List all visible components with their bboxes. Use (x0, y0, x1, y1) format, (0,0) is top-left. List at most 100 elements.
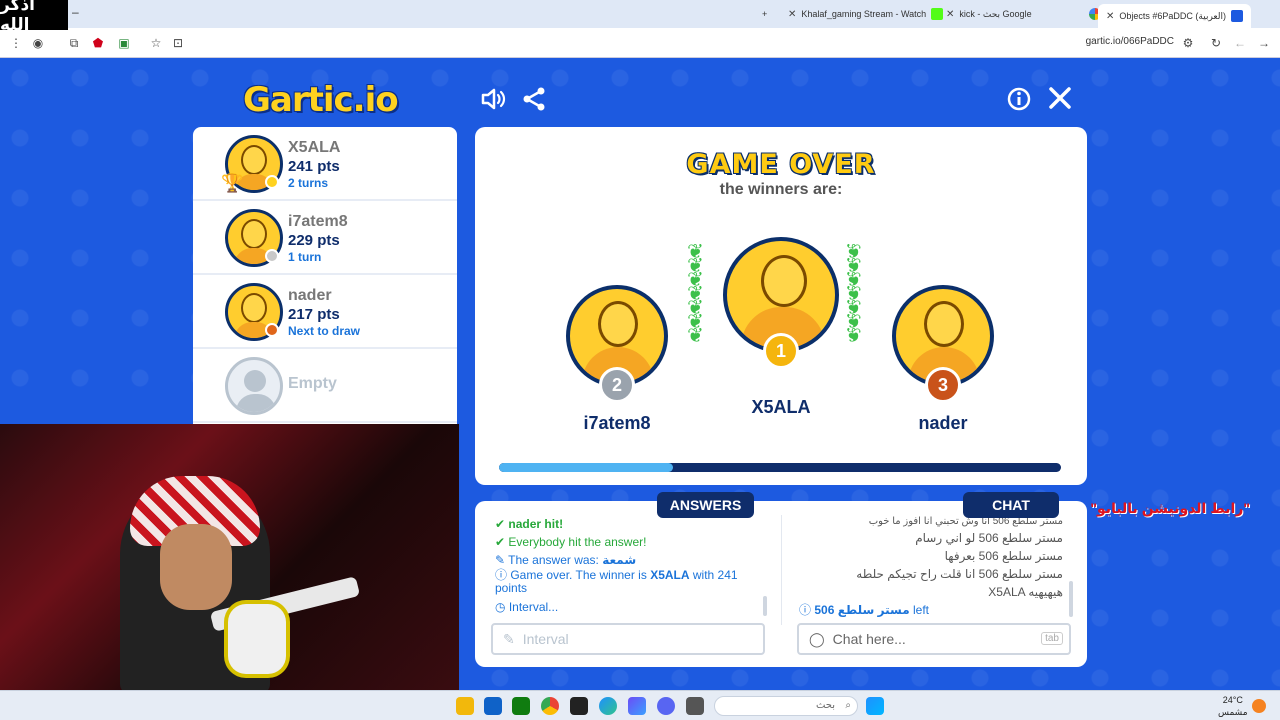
profile-icon[interactable]: ◉ (30, 35, 46, 51)
chat-scrollbar[interactable] (1069, 581, 1073, 617)
winner-name: X5ALA (751, 397, 811, 417)
install-icon[interactable]: ⊡ (170, 35, 186, 51)
laurel-right-icon: ❦ ❦ ❦ ❦ ❦ ❦ ❦ (845, 241, 862, 347)
windows-taskbar: بحث ⌕ 24°C مشمس (0, 690, 1280, 720)
taskbar-search[interactable]: بحث ⌕ (714, 696, 858, 716)
tab-label: Khalaf_gaming Stream - Watch (801, 9, 927, 19)
gartic-logo: Gartic.io (243, 80, 399, 120)
game-over-title: GAME OVER (686, 149, 876, 180)
new-tab-icon[interactable]: + (762, 4, 767, 24)
player-row: nader 217 pts Next to draw (193, 275, 457, 349)
player-points: 229 pts (288, 232, 340, 249)
player-name: X5ALA (288, 139, 341, 156)
answers-input-placeholder: Interval (522, 631, 569, 647)
star-icon[interactable]: ☆ (148, 35, 164, 51)
url-field[interactable]: gartic.io/066PaDDC (1086, 36, 1174, 47)
taskbar-search-placeholder: بحث (815, 700, 835, 711)
weather-widget[interactable]: 24°C مشمس (1218, 694, 1248, 718)
winner-name: i7atem8 (583, 413, 651, 433)
close-icon[interactable]: ✕ (1106, 11, 1114, 22)
list-item: ◷ Interval... (495, 600, 559, 614)
answers-scrollbar[interactable] (763, 596, 767, 616)
status-dot (265, 323, 279, 337)
player-row: 🏆 X5ALA 241 pts 2 turns (193, 127, 457, 201)
weather-temp: 24°C (1222, 695, 1243, 705)
list-item: ⓘ Game over. The winner is X5ALA with 24… (495, 568, 738, 595)
player-next-to-draw: Next to draw (288, 324, 361, 338)
tab-key-hint: tab (1041, 632, 1063, 645)
winner-first: 1 X5ALA (721, 237, 841, 418)
menu-icon[interactable]: ⋮ (8, 35, 24, 51)
close-icon[interactable] (1048, 86, 1072, 116)
answers-log: ✔ nader hit! ✔ Everybody hit the answer!… (495, 515, 765, 616)
epic-games-icon[interactable] (570, 697, 588, 715)
answers-input[interactable]: ✎ Interval (491, 623, 765, 655)
notification-icon[interactable] (1252, 699, 1266, 713)
shield-icon[interactable]: ⬟ (90, 35, 106, 51)
discord-icon[interactable] (657, 697, 675, 715)
extensions-icon[interactable]: ⧉ (66, 35, 82, 51)
player-points: 241 pts (288, 158, 340, 175)
tab-google-search[interactable]: ✕ kick - بحث Google (946, 4, 1101, 24)
chat-log: مستر سلطع 506 انا وش تحبني انا افوز ما خ… (799, 515, 1063, 619)
status-dot (265, 249, 279, 263)
forward-icon[interactable]: ← (1232, 35, 1248, 51)
weather-desc: مشمس (1218, 707, 1248, 717)
close-icon[interactable]: ✕ (946, 9, 954, 20)
empty-avatar (225, 357, 283, 415)
status-dot (265, 175, 279, 189)
reload-icon[interactable]: ↻ (1208, 35, 1224, 51)
tab-answers[interactable]: ANSWERS (657, 492, 754, 518)
sound-icon[interactable] (480, 86, 506, 118)
player-turns: 2 turns (288, 176, 329, 190)
player-name: i7atem8 (288, 213, 348, 230)
player-row: i7atem8 229 pts 1 turn (193, 201, 457, 275)
close-icon[interactable]: ✕ (788, 9, 796, 20)
chrome-icon[interactable] (541, 697, 559, 715)
minimize-icon[interactable]: – (72, 5, 79, 19)
xbox-icon[interactable] (512, 697, 530, 715)
list-item: X5ALA هيهيهيه (988, 585, 1063, 599)
list-item: ✔ Everybody hit the answer! (495, 535, 647, 549)
player-list: 🏆 X5ALA 241 pts 2 turns i7atem8 229 pts … (193, 127, 457, 427)
tab-label: kick - بحث Google (959, 8, 1032, 19)
game-over-panel: GAME OVER the winners are: ❦ ❦ ❦ ❦ ❦ ❦ ❦ ❦ ❦ ❦ ❦ ❦… (475, 127, 1087, 485)
winner-third: 3 nader (891, 285, 995, 434)
start-icon[interactable] (866, 697, 884, 715)
trophy-icon: 🏆 (221, 173, 244, 193)
pencil-icon: ✎ (503, 630, 515, 647)
share-icon[interactable] (522, 86, 546, 118)
tab-label: Objects #6PaDDC (العربية) (1119, 10, 1227, 21)
player-turns: 1 turn (288, 250, 322, 264)
tab-kick-stream[interactable]: ✕ Khalaf_gaming Stream - Watch (788, 4, 944, 24)
site-settings-icon[interactable]: ⚙ (1180, 35, 1196, 51)
player-row-empty: Empty (193, 349, 457, 423)
chat-bubble-icon: ◯ (809, 630, 825, 647)
stream-overlay-text: اذكر الله (0, 0, 68, 34)
player-points: 217 pts (288, 306, 340, 323)
streamer-webcam (0, 424, 459, 692)
donation-link-text: "رابط الدونيشن بالبايو" (1090, 500, 1250, 516)
info-icon[interactable] (1007, 87, 1031, 117)
edge-icon[interactable] (599, 697, 617, 715)
list-item: ⓘ مستر سلطع 506 left (799, 603, 929, 617)
app-icon[interactable] (686, 697, 704, 715)
list-item: مستر سلطع 506 انا قلت راح تجيكم حلطه (856, 567, 1063, 581)
address-bar: ⋮ ◉ ⧉ ⬟ ▣ ☆ ⊡ gartic.io/066PaDDC ⚙ ↻ ← → (0, 28, 1280, 58)
tab-chat[interactable]: CHAT (963, 492, 1059, 518)
gartic-icon (1231, 10, 1244, 22)
game-over-subtitle: the winners are: (719, 181, 843, 198)
bronze-medal-icon: 3 (925, 367, 961, 403)
search-icon: ⌕ (845, 700, 851, 711)
mail-icon[interactable] (484, 697, 502, 715)
tab-gartic[interactable]: ✕ Objects #6PaDDC (العربية) (1098, 4, 1252, 28)
extension-badge-icon[interactable]: ▣ (116, 35, 132, 51)
kick-icon (931, 8, 944, 20)
chat-input[interactable]: ◯ Chat here... tab (797, 623, 1071, 655)
list-item: مستر سلطع 506 لو اني رسام (915, 531, 1063, 545)
empty-slot-label: Empty (288, 375, 337, 392)
file-explorer-icon[interactable] (456, 697, 474, 715)
copilot-icon[interactable] (628, 697, 646, 715)
browser-tab-bar: اذكر الله – + ✕ Khalaf_gaming Stream - W… (0, 0, 1280, 34)
back-icon[interactable]: → (1256, 35, 1272, 51)
